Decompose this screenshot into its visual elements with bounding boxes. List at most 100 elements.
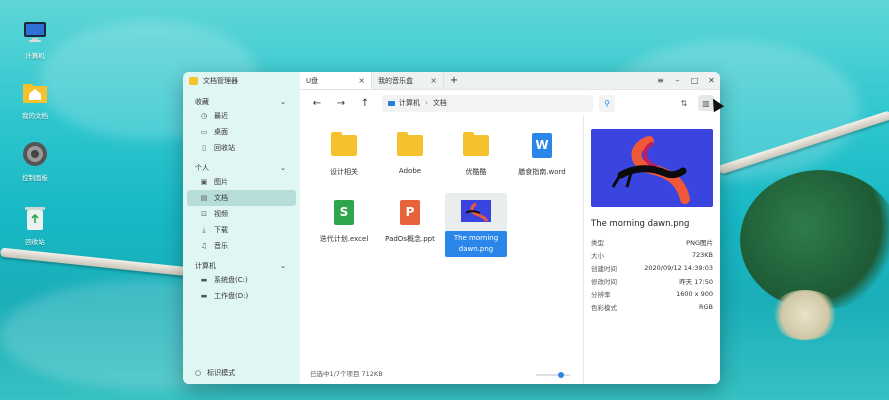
up-button[interactable]: ↑ [354,94,376,112]
app-title-text: 文档管理器 [203,77,238,85]
menu-icon[interactable]: ≡ [652,76,669,85]
sidebar-group-favorites[interactable]: 收藏 ⌄ [183,96,300,108]
detail-panel: The morning dawn.png 类型 PNG图片 大小 723KB 创建时… [591,129,713,313]
image-preview [591,129,713,207]
download-icon: ⤓ [202,225,206,234]
desktop-icon-label: 我的文档 [22,112,48,120]
arrow-right-icon: → [336,97,346,109]
sidebar-item-label: 文档 [214,194,228,202]
folder-icon [397,131,423,156]
pane-divider[interactable] [583,116,584,384]
chevron-down-icon[interactable]: ⌄ [280,98,286,106]
plus-icon: + [449,75,459,86]
minimize-icon[interactable]: – [669,76,686,85]
sidebar-item-label: 视频 [214,210,228,218]
sidebar-item-label: 桌面 [214,128,228,136]
sidebar-group-personal[interactable]: 个人 ⌄ [183,162,300,174]
file-name: 优酷酷 [465,168,487,176]
detail-key: 色彩模式 [591,303,617,312]
sidebar-item-videos[interactable]: ⊡ 视频 [187,206,296,222]
breadcrumb[interactable]: 计算机 › 文档 [382,94,593,112]
sidebar-item-documents[interactable]: ▤ 文档 [187,190,296,206]
file-item[interactable]: P PadOs概念.ppt [379,197,441,244]
chevron-right-icon: › [425,99,428,107]
chevron-down-icon[interactable]: ⌄ [280,164,286,172]
detail-value: 2020/09/12 14:39:03 [644,263,713,272]
word-document-icon: W [532,132,552,158]
file-item[interactable]: Adobe [379,130,441,175]
search-button[interactable]: ⚲ [599,94,615,112]
breadcrumb-item[interactable]: 文档 [433,98,447,108]
close-window-icon[interactable]: ✕ [703,76,720,85]
image-icon: ▣ [200,178,208,186]
ppt-document-icon: P [400,199,420,225]
detail-key: 创建时间 [591,264,617,273]
sidebar-item-trash[interactable]: ▯ 回收站 [187,140,296,156]
close-icon[interactable]: × [358,76,365,85]
back-button[interactable]: ← [306,94,328,112]
video-icon: ⊡ [201,210,207,218]
tab-u-disk[interactable]: U盘 × [300,72,372,89]
sidebar-item-label: 音乐 [214,242,228,250]
sidebar-item-label: 回收站 [214,144,235,152]
sidebar-group-title: 收藏 [195,98,209,106]
file-item-selected[interactable]: The morning dawn.png [445,193,507,257]
tab-music-box[interactable]: 我的音乐盒 × [372,72,444,89]
desktop-icon-trash[interactable]: 回收站 [5,204,65,246]
detail-value: RGB [698,302,713,311]
tab-bar: U盘 × 我的音乐盒 × + ≡ – □ ✕ [300,72,720,90]
sidebar-item-recent[interactable]: ◷ 最近 [187,108,296,124]
sidebar-item-label: 最近 [214,112,228,120]
file-item[interactable]: S 迭代计划.excel [313,197,375,244]
desktop-icon: ▭ [200,128,208,136]
desktop-icon-computer[interactable]: 计算机 [5,18,65,60]
forward-button[interactable]: → [330,94,352,112]
sidebar-item-desktop[interactable]: ▭ 桌面 [187,124,296,140]
chevron-down-icon[interactable]: ⌄ [280,262,286,270]
sidebar-group-computer[interactable]: 计算机 ⌄ [183,260,300,272]
folder-icon [331,131,357,156]
desktop-icon-label: 计算机 [25,52,45,60]
detail-key: 修改时间 [591,277,617,286]
maximize-icon[interactable]: □ [686,76,703,85]
sidebar-item-downloads[interactable]: ⤓ 下载 [187,222,296,238]
sidebar-item-pictures[interactable]: ▣ 图片 [187,174,296,190]
sidebar-item-work-disk[interactable]: ▬ 工作盘(D:) [187,288,296,304]
tab-label: U盘 [306,76,319,85]
zoom-slider-handle[interactable] [558,372,564,378]
document-icon: ▤ [200,194,208,202]
file-name: 膳食指南.word [518,168,566,176]
file-item[interactable]: 优酷酷 [445,130,507,177]
detail-key: 类型 [591,238,604,247]
detail-row: 修改时间 昨天 17:50 [591,274,713,287]
close-icon[interactable]: × [430,76,437,85]
detail-key: 大小 [591,251,604,260]
desktop-icon-documents[interactable]: 我的文档 [5,78,65,120]
zoom-slider[interactable] [536,372,570,378]
detail-row: 类型 PNG图片 [591,235,713,248]
detail-properties: 类型 PNG图片 大小 723KB 创建时间 2020/09/12 14:39:03 … [591,235,713,313]
music-icon: ♫ [200,242,208,250]
disk-icon: ▬ [200,292,208,300]
add-tab-button[interactable]: + [444,72,464,89]
sort-options-icon[interactable]: ⇅ [676,95,692,111]
sidebar-group-title: 计算机 [195,262,216,270]
sidebar-footer-mode[interactable]: ○ 标识模式 [195,368,235,378]
file-item[interactable]: 设计相关 [313,130,375,177]
circle-icon: ○ [195,369,202,377]
arrow-up-icon: ↑ [360,97,370,109]
sidebar: 文档管理器 收藏 ⌄ ◷ 最近 ▭ 桌面 ▯ 回收站 个人 ⌄ ▣ 图片 ▤ 文档 ⊡ 视频… [183,72,300,384]
detail-value: PNG图片 [686,238,713,247]
window-controls: ≡ – □ ✕ [652,72,720,89]
detail-row: 大小 723KB [591,248,713,261]
folder-icon [463,131,489,156]
home-folder-icon [21,78,49,106]
detail-row: 分辨率 1600 x 900 [591,287,713,300]
sidebar-item-music[interactable]: ♫ 音乐 [187,238,296,254]
desktop-icon-label: 回收站 [25,238,45,246]
disk-icon: ▬ [200,276,208,284]
sidebar-item-system-disk[interactable]: ▬ 系统盘(C:) [187,272,296,288]
breadcrumb-item[interactable]: 计算机 [399,98,420,108]
file-item[interactable]: W 膳食指南.word [511,130,573,177]
desktop-icon-control-panel[interactable]: 控制面板 [5,140,65,182]
